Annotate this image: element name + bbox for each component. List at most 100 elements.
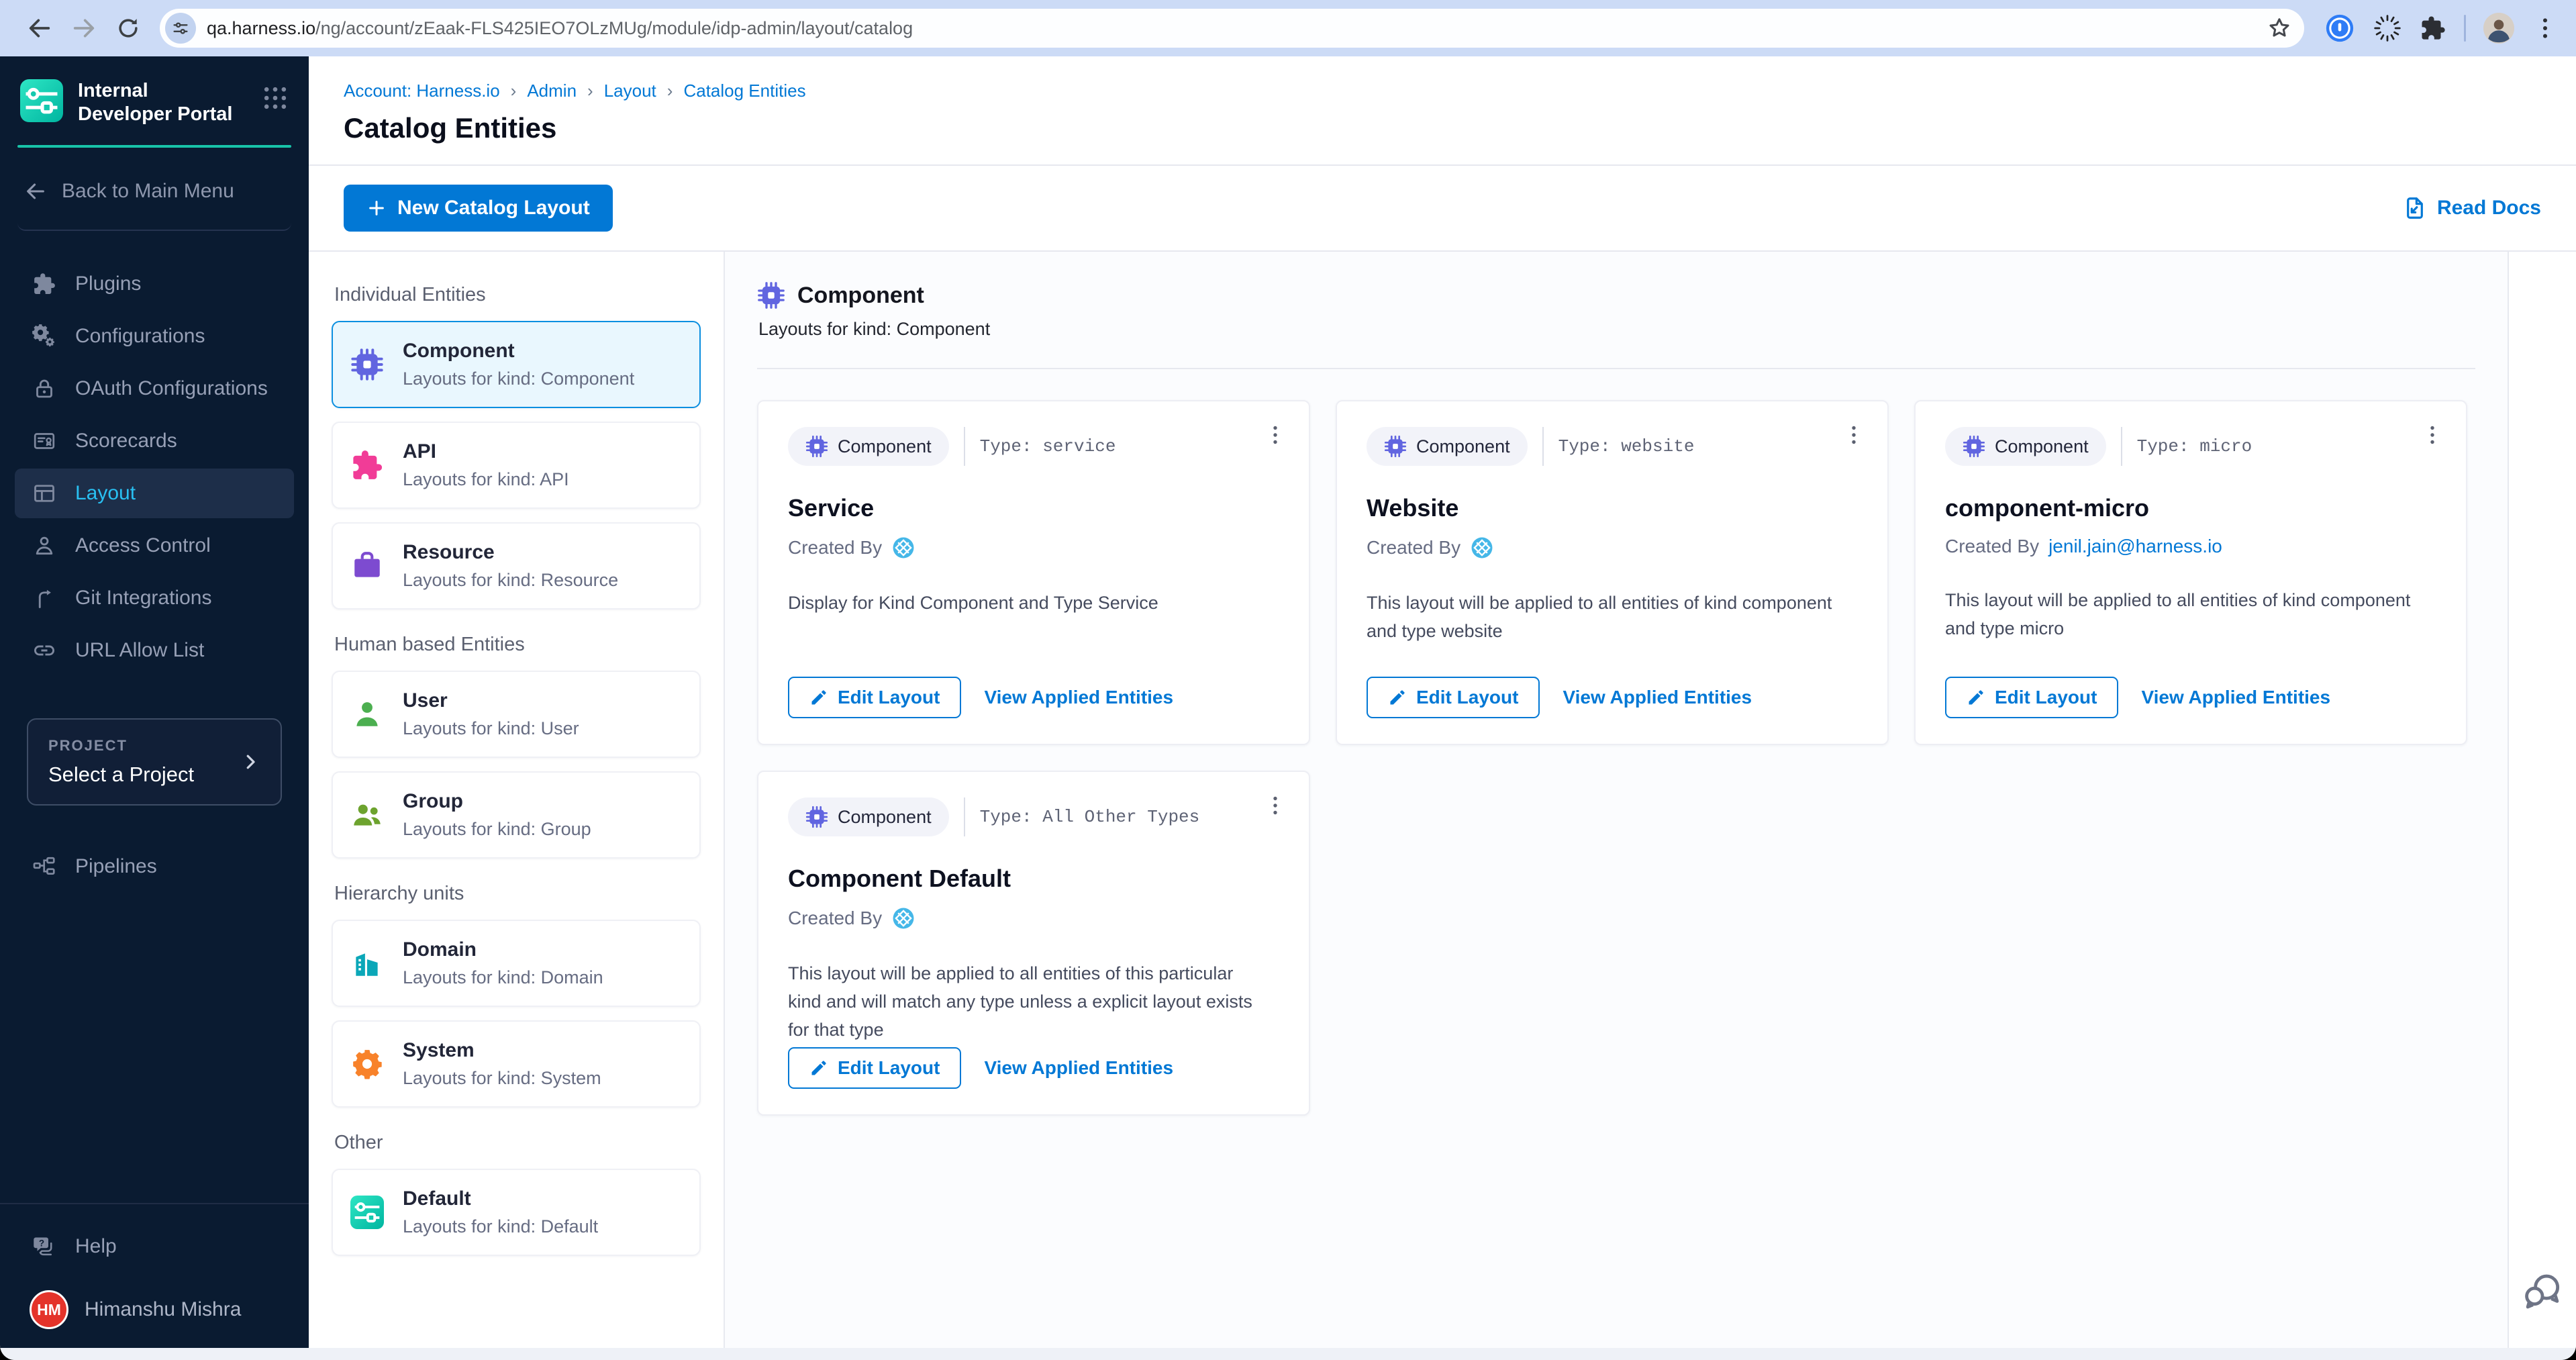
user-avatar: HM — [30, 1290, 68, 1329]
edit-layout-button[interactable]: Edit Layout — [788, 677, 961, 718]
entity-item-system[interactable]: System Layouts for kind: System — [332, 1020, 701, 1108]
help-chat-icon — [32, 1234, 56, 1259]
entity-item-default[interactable]: Default Layouts for kind: Default — [332, 1169, 701, 1256]
view-applied-entities-link[interactable]: View Applied Entities — [984, 1057, 1173, 1079]
read-docs-link[interactable]: Read Docs — [2402, 195, 2541, 221]
sidebar-item-access-control[interactable]: Access Control — [15, 521, 294, 571]
person-icon — [32, 534, 56, 558]
sidebar-item-pipelines[interactable]: Pipelines — [15, 842, 294, 891]
kind-badge-label: Component — [1416, 436, 1510, 457]
breadcrumb-separator: › — [511, 81, 517, 101]
toolbar-divider — [2464, 15, 2466, 42]
bookmark-star-icon[interactable] — [2267, 15, 2292, 41]
breadcrumb: Account: Harness.io › Admin › Layout › C… — [309, 56, 2576, 101]
view-applied-entities-link[interactable]: View Applied Entities — [1563, 687, 1752, 708]
pencil-icon — [809, 1059, 828, 1077]
divider — [2121, 427, 2122, 466]
lock-icon — [32, 377, 56, 401]
breadcrumb-account[interactable]: Account: Harness.io — [344, 81, 500, 101]
layout-description: This layout will be applied to all entit… — [1945, 587, 2436, 643]
reload-icon[interactable] — [113, 13, 144, 44]
browser-profile-avatar[interactable] — [2483, 13, 2514, 44]
sidebar-item-scorecards[interactable]: Scorecards — [15, 416, 294, 466]
link-icon — [32, 638, 56, 663]
url-bar[interactable]: qa.harness.io/ng/account/zEaak-FLS425IEO… — [160, 9, 2304, 48]
component-chip-icon — [1963, 435, 1985, 458]
entity-title: Group — [403, 790, 591, 813]
breadcrumb-layout[interactable]: Layout — [604, 81, 656, 101]
created-by-label: Created By — [1945, 536, 2039, 557]
sidebar-item-oauth-configurations[interactable]: OAuth Configurations — [15, 364, 294, 414]
chevron-right-icon — [240, 752, 260, 772]
url-text: qa.harness.io/ng/account/zEaak-FLS425IEO… — [207, 18, 913, 39]
entity-item-resource[interactable]: Resource Layouts for kind: Resource — [332, 522, 701, 610]
card-menu-icon[interactable] — [1840, 422, 1867, 448]
creator-email-link[interactable]: jenil.jain@harness.io — [2048, 536, 2222, 557]
card-menu-icon[interactable] — [1262, 422, 1289, 448]
right-gutter — [2509, 252, 2576, 1348]
layout-description: This layout will be applied to all entit… — [1367, 589, 1858, 646]
entity-title: Domain — [403, 938, 603, 961]
sidebar-item-plugins[interactable]: Plugins — [15, 259, 294, 309]
user-menu[interactable]: HM Himanshu Mishra — [15, 1290, 294, 1329]
view-applied-entities-link[interactable]: View Applied Entities — [2141, 687, 2330, 708]
sidebar-item-url-allow-list[interactable]: URL Allow List — [15, 626, 294, 675]
browser-window: qa.harness.io/ng/account/zEaak-FLS425IEO… — [0, 0, 2576, 1360]
view-applied-entities-link[interactable]: View Applied Entities — [984, 687, 1173, 708]
extensions-puzzle-icon[interactable] — [2420, 15, 2446, 42]
layout-title: Website — [1367, 494, 1858, 522]
card-menu-icon[interactable] — [1262, 792, 1289, 819]
breadcrumb-admin[interactable]: Admin — [527, 81, 577, 101]
module-grid-icon[interactable] — [260, 83, 290, 113]
browser-menu-icon[interactable] — [2532, 15, 2559, 42]
kind-badge: Component — [1945, 427, 2106, 466]
edit-layout-button[interactable]: Edit Layout — [1367, 677, 1540, 718]
page-title: Catalog Entities — [309, 101, 2576, 164]
edit-layout-label: Edit Layout — [838, 687, 940, 708]
arrow-left-icon — [24, 180, 47, 203]
entity-item-user[interactable]: User Layouts for kind: User — [332, 671, 701, 758]
support-chat-icon[interactable] — [2521, 1270, 2564, 1313]
entity-item-group[interactable]: Group Layouts for kind: Group — [332, 771, 701, 859]
card-menu-icon[interactable] — [2419, 422, 2446, 448]
default-logo-icon — [350, 1196, 384, 1229]
breadcrumb-separator: › — [667, 81, 673, 101]
sidebar-item-layout[interactable]: Layout — [15, 469, 294, 518]
sidebar: Internal Developer Portal Back to Main M… — [0, 56, 309, 1348]
entity-subtitle: Layouts for kind: Group — [403, 819, 591, 840]
kind-badge-label: Component — [1995, 436, 2089, 457]
browser-toolbar: qa.harness.io/ng/account/zEaak-FLS425IEO… — [0, 0, 2576, 56]
sidebar-item-git-integrations[interactable]: Git Integrations — [15, 573, 294, 623]
forward-icon[interactable] — [68, 13, 99, 44]
back-icon[interactable] — [24, 13, 55, 44]
entity-item-component[interactable]: Component Layouts for kind: Component — [332, 321, 701, 408]
sidebar-item-configurations[interactable]: Configurations — [15, 311, 294, 361]
project-selector[interactable]: PROJECT Select a Project — [27, 718, 282, 806]
layout-title: component-micro — [1945, 494, 2436, 522]
divider — [964, 427, 965, 466]
loading-extension-icon[interactable] — [2373, 13, 2402, 43]
sidebar-item-help[interactable]: Help — [15, 1222, 294, 1271]
kind-badge: Component — [788, 427, 949, 466]
new-catalog-layout-button[interactable]: New Catalog Layout — [344, 185, 613, 232]
sidebar-item-label: Git Integrations — [75, 587, 211, 610]
site-settings-icon[interactable] — [165, 13, 196, 44]
back-to-main-menu[interactable]: Back to Main Menu — [0, 148, 309, 203]
kind-badge-label: Component — [838, 436, 932, 457]
edit-layout-button[interactable]: Edit Layout — [788, 1047, 961, 1089]
sidebar-divider — [17, 223, 291, 231]
kind-subtitle: Layouts for kind: Component — [758, 319, 2475, 340]
edit-layout-button[interactable]: Edit Layout — [1945, 677, 2118, 718]
onepassword-extension-icon[interactable] — [2324, 13, 2355, 44]
layout-card-component-micro: Component Type: micro component-micro Cr… — [1914, 400, 2467, 745]
section-title: Human based Entities — [334, 634, 698, 656]
entity-item-api[interactable]: API Layouts for kind: API — [332, 422, 701, 509]
entity-item-domain[interactable]: Domain Layouts for kind: Domain — [332, 920, 701, 1007]
section-title: Other — [334, 1132, 698, 1154]
component-chip-icon — [805, 435, 828, 458]
layout-cards-grid: Component Type: service Service Created … — [757, 400, 2475, 1116]
breadcrumb-catalog-entities[interactable]: Catalog Entities — [683, 81, 805, 101]
entity-title: System — [403, 1039, 601, 1062]
window-bottom-strip — [0, 1348, 2576, 1360]
api-puzzle-icon — [350, 448, 384, 482]
